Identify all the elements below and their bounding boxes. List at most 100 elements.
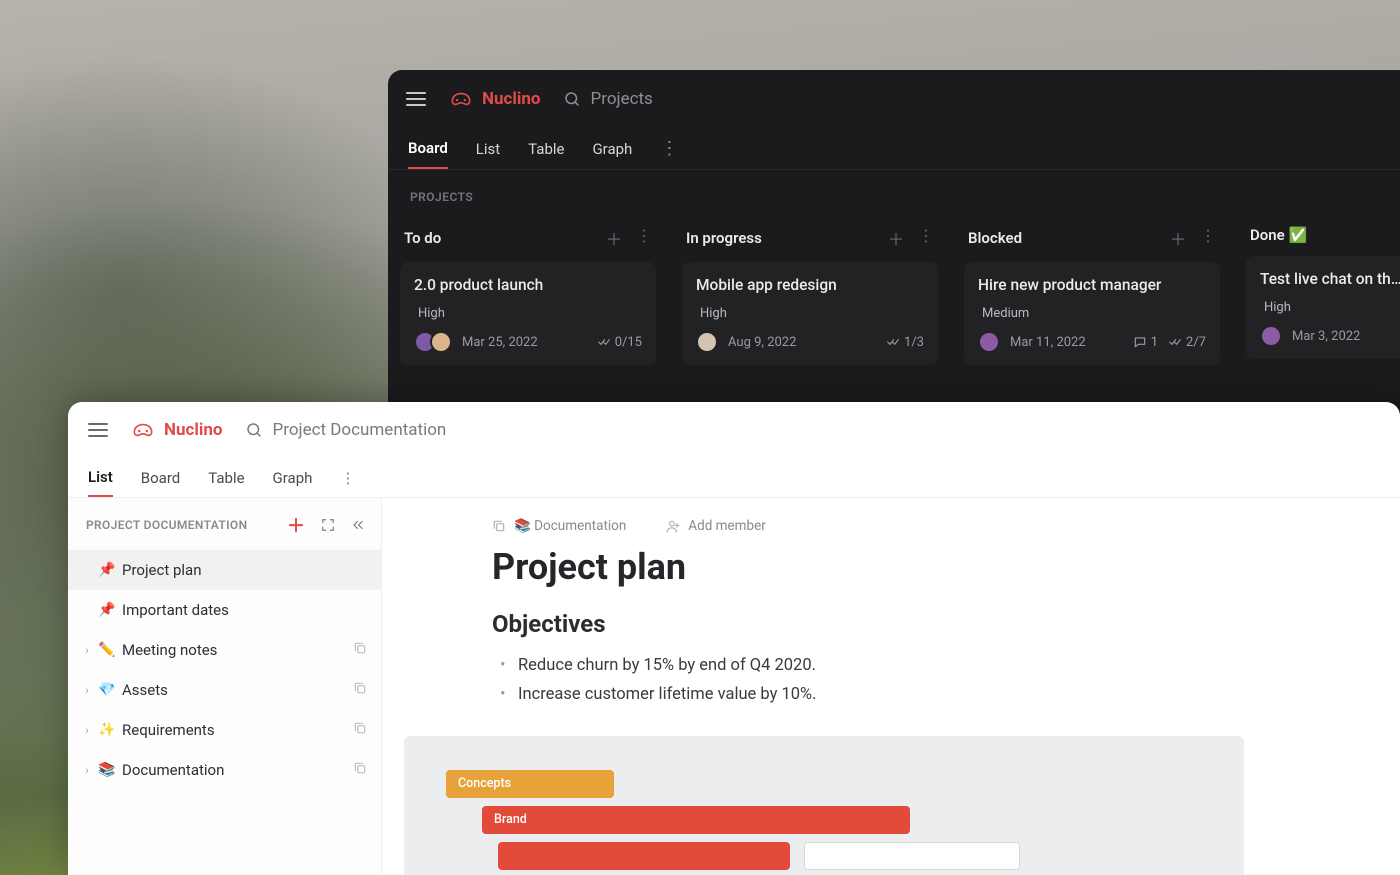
sidebar-item-requirements[interactable]: ›✨ Requirements — [68, 710, 381, 750]
heading-objectives: Objectives — [492, 610, 1360, 638]
menu-icon[interactable] — [88, 423, 108, 437]
card[interactable]: Mobile app redesign High Aug 9, 2022 1/3 — [682, 262, 938, 365]
add-item-icon[interactable]: ＋ — [287, 512, 305, 538]
sidebar-item-documentation[interactable]: ›📚 Documentation — [68, 750, 381, 790]
collapse-sidebar-icon[interactable] — [351, 518, 365, 532]
kanban-board: To do ＋ ⋮ 2.0 product launch High Mar 25,… — [388, 212, 1400, 379]
column-more-icon[interactable]: ⋮ — [636, 226, 652, 250]
titlebar: Nuclino Projects — [388, 70, 1400, 128]
gantt-bar-brand[interactable]: Brand — [482, 806, 910, 834]
document-pane: 📚 Documentation Add member Project plan … — [382, 498, 1400, 875]
card-priority: High — [418, 306, 642, 321]
column-title: Done ✅ — [1250, 226, 1307, 244]
add-card-icon[interactable]: ＋ — [1170, 226, 1186, 250]
list-item: Increase customer lifetime value by 10%. — [498, 681, 1360, 710]
chevron-right-icon[interactable]: › — [82, 764, 92, 777]
tab-board[interactable]: Board — [141, 460, 180, 496]
view-tabs: List Board Table Graph ⋮ — [68, 458, 1400, 498]
card-date: Mar 3, 2022 — [1292, 329, 1360, 344]
view-tabs: Board List Table Graph ⋮ — [388, 128, 1400, 170]
add-card-icon[interactable]: ＋ — [606, 226, 622, 250]
brand-name: Nuclino — [482, 89, 541, 109]
pin-icon: 📌 — [98, 602, 116, 618]
tab-list[interactable]: List — [88, 459, 113, 497]
column-title: Blocked — [968, 229, 1022, 247]
avatar — [430, 331, 452, 353]
card[interactable]: Hire new product manager Medium Mar 11, … — [964, 262, 1220, 365]
app-brand: Nuclino — [448, 89, 541, 109]
titlebar: Nuclino Project Documentation — [68, 402, 1400, 458]
comment-icon — [1133, 335, 1147, 349]
add-member-icon — [666, 519, 680, 533]
add-member-button[interactable]: Add member — [666, 518, 766, 534]
collection-icon — [353, 641, 367, 659]
breadcrumb[interactable]: 📚 Documentation — [492, 518, 626, 534]
tabs-more-icon[interactable]: ⋮ — [340, 469, 355, 487]
card-priority: Medium — [982, 306, 1206, 321]
card-title: 2.0 product launch — [414, 276, 642, 294]
gantt-bar[interactable] — [498, 842, 790, 870]
expand-icon[interactable] — [321, 518, 335, 532]
checklist-icon — [597, 335, 611, 349]
card-date: Aug 9, 2022 — [728, 335, 796, 350]
card-comments: 1 — [1133, 335, 1158, 350]
objectives-list: Reduce churn by 15% by end of Q4 2020. I… — [492, 652, 1360, 710]
search-field[interactable]: Projects — [563, 89, 653, 109]
gantt-milestone[interactable] — [804, 842, 1020, 870]
pin-icon: 📌 — [98, 562, 116, 578]
gantt-chart: Concepts Brand — [404, 736, 1244, 875]
search-placeholder: Project Documentation — [273, 420, 447, 440]
menu-icon[interactable] — [406, 92, 426, 106]
column-title: In progress — [686, 229, 762, 247]
column-title: To do — [404, 229, 441, 247]
tab-list[interactable]: List — [476, 130, 500, 168]
sidebar-item-meeting-notes[interactable]: ›✏️ Meeting notes — [68, 630, 381, 670]
sidebar-item-assets[interactable]: ›💎 Assets — [68, 670, 381, 710]
brand-name: Nuclino — [164, 420, 223, 440]
column-more-icon[interactable]: ⋮ — [1200, 226, 1216, 250]
checklist-icon — [886, 335, 900, 349]
collection-icon — [353, 721, 367, 739]
tab-board[interactable]: Board — [408, 129, 448, 169]
window-project-documentation: Nuclino Project Documentation List Board… — [68, 402, 1400, 875]
tab-table[interactable]: Table — [528, 130, 564, 168]
sidebar-item-important-dates[interactable]: 📌 Important dates — [68, 590, 381, 630]
page-title: Project plan — [492, 546, 1360, 588]
add-card-icon[interactable]: ＋ — [888, 226, 904, 250]
tab-graph[interactable]: Graph — [273, 460, 313, 496]
card[interactable]: 2.0 product launch High Mar 25, 2022 0/1… — [400, 262, 656, 365]
list-item: Reduce churn by 15% by end of Q4 2020. — [498, 652, 1360, 681]
card-priority: High — [700, 306, 924, 321]
search-icon — [563, 90, 581, 108]
search-field[interactable]: Project Documentation — [245, 420, 447, 440]
column-todo: To do ＋ ⋮ 2.0 product launch High Mar 25,… — [400, 220, 656, 379]
card-checklist: 2/7 — [1168, 335, 1206, 350]
sidebar-item-project-plan[interactable]: 📌 Project plan — [68, 550, 381, 590]
avatar — [1260, 325, 1282, 347]
card-date: Mar 25, 2022 — [462, 335, 538, 350]
tab-graph[interactable]: Graph — [592, 130, 632, 168]
checklist-icon — [1168, 335, 1182, 349]
search-icon — [245, 421, 263, 439]
search-placeholder: Projects — [591, 89, 653, 109]
collection-icon — [353, 761, 367, 779]
column-more-icon[interactable]: ⋮ — [918, 226, 934, 250]
chevron-right-icon[interactable]: › — [82, 684, 92, 697]
chevron-right-icon[interactable]: › — [82, 724, 92, 737]
gantt-bar-concepts[interactable]: Concepts — [446, 770, 614, 798]
card-checklist: 0/15 — [597, 335, 642, 350]
sidebar-tree: 📌 Project plan 📌 Important dates ›✏️ Mee… — [68, 548, 381, 792]
section-label: PROJECTS — [388, 170, 1400, 212]
card-title: Mobile app redesign — [696, 276, 924, 294]
tab-table[interactable]: Table — [208, 460, 244, 496]
avatar — [696, 331, 718, 353]
chevron-right-icon[interactable]: › — [82, 644, 92, 657]
collection-icon — [492, 519, 506, 533]
card[interactable]: Test live chat on the w High Mar 3, 2022 — [1246, 256, 1400, 359]
card-title: Hire new product manager — [978, 276, 1206, 294]
card-checklist: 1/3 — [886, 335, 924, 350]
avatar — [978, 331, 1000, 353]
brand-logo-icon — [448, 89, 474, 109]
sidebar: PROJECT DOCUMENTATION ＋ 📌 Project plan 📌… — [68, 498, 382, 875]
column-done: Done ✅ Test live chat on the w High Mar … — [1246, 220, 1400, 379]
